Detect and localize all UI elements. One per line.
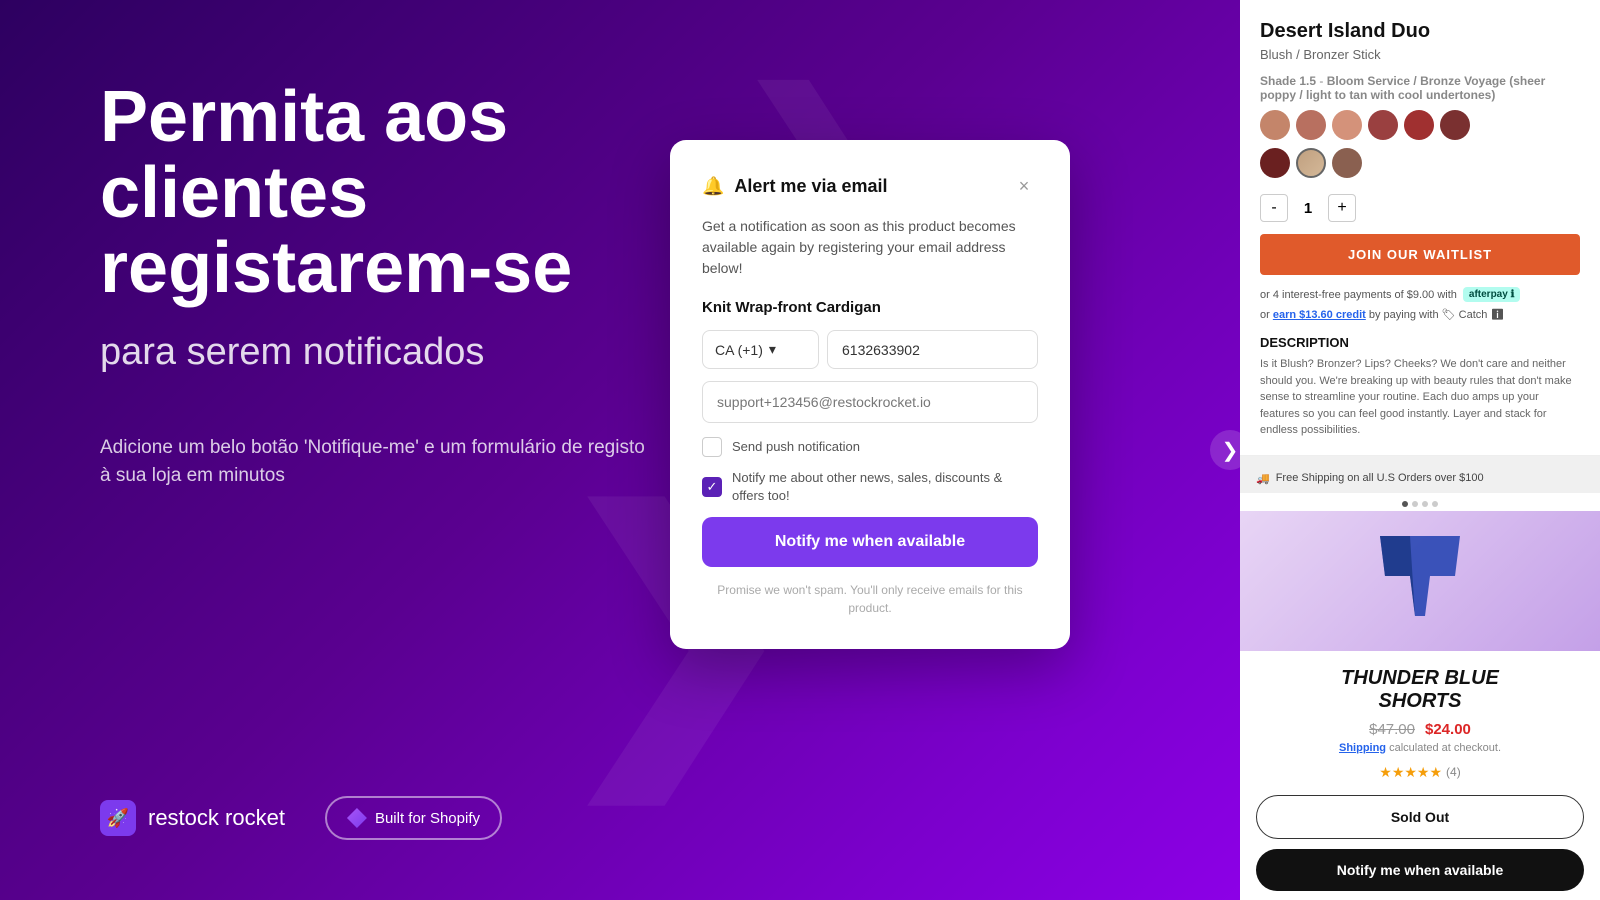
swatch-5[interactable] [1404,110,1434,140]
newsletter-label: Notify me about other news, sales, disco… [732,469,1038,505]
alert-modal: 🔔 Alert me via email × Get a notificatio… [670,140,1070,649]
catch-row: or earn $13.60 credit by paying with 🏷 C… [1260,308,1580,321]
dot-1[interactable] [1402,501,1408,507]
email-input[interactable] [702,381,1038,423]
catch-prefix: or [1260,309,1273,321]
dot-3[interactable] [1422,501,1428,507]
shopify-badge[interactable]: Built for Shopify [325,796,502,840]
main-headline: Permita aos clientes registarem-se [100,80,660,307]
card-divider [1240,456,1600,464]
qty-value: 1 [1298,200,1318,217]
logo: 🚀 restock rocket [100,800,285,836]
sub-headline: para serem notificados [100,331,660,374]
catch-info: ℹ [1490,309,1504,321]
dot-4[interactable] [1432,501,1438,507]
shopify-diamond-icon [347,808,367,828]
new-price: $24.00 [1425,721,1471,738]
right-panels: Desert Island Duo Blush / Bronzer Stick … [1240,0,1600,900]
stars: ★★★★★ [1379,764,1442,781]
modal-product-name: Knit Wrap-front Cardigan [702,299,1038,316]
shipping-note-text: calculated at checkout. [1389,742,1501,754]
shopify-badge-label: Built for Shopify [375,810,480,827]
top-product-title: Desert Island Duo [1260,20,1580,43]
catch-credit-link[interactable]: earn $13.60 credit [1273,309,1366,321]
swatch-8-selected[interactable] [1296,148,1326,178]
modal-header: 🔔 Alert me via email × [702,172,1038,200]
swatch-2[interactable] [1296,110,1326,140]
product-card-top: Desert Island Duo Blush / Bronzer Stick … [1240,0,1600,456]
color-swatches-row2 [1260,148,1580,178]
swatch-6[interactable] [1440,110,1470,140]
notify-bottom-button[interactable]: Notify me when available [1256,849,1584,891]
product-card-bottom: 🚚 Free Shipping on all U.S Orders over $… [1240,464,1600,900]
modal-title-row: 🔔 Alert me via email [702,176,888,197]
modal-description: Get a notification as soon as this produ… [702,216,1038,279]
afterpay-badge: afterpay ℹ [1463,287,1520,302]
qty-decrease-button[interactable]: - [1260,194,1288,222]
phone-row: CA (+1) ▾ [702,330,1038,369]
newsletter-row[interactable]: ✓ Notify me about other news, sales, dis… [702,469,1038,505]
qty-increase-button[interactable]: + [1328,194,1356,222]
shipping-text: Free Shipping on all U.S Orders over $10… [1276,472,1484,484]
free-shipping-bar: 🚚 Free Shipping on all U.S Orders over $… [1240,464,1600,493]
swatch-9[interactable] [1332,148,1362,178]
shipping-note: Shipping calculated at checkout. [1256,742,1584,754]
quantity-row: - 1 + [1260,194,1580,222]
shade-label: Shade 1.5 - Bloom Service / Bronze Voyag… [1260,74,1580,102]
modal-close-button[interactable]: × [1010,172,1038,200]
logo-text: restock rocket [148,805,285,831]
image-dots [1240,493,1600,511]
left-description: Adicione um belo botão 'Notifique-me' e … [100,434,660,491]
old-price: $47.00 [1369,721,1415,738]
phone-country-value: CA (+1) [715,342,763,358]
shade-label-text: Shade [1260,74,1299,88]
shorts-graphic [1370,526,1470,636]
price-row: $47.00 $24.00 [1256,721,1584,738]
color-swatches-row1 [1260,110,1580,140]
swatch-4[interactable] [1368,110,1398,140]
phone-country-selector[interactable]: CA (+1) ▾ [702,330,819,369]
sold-out-button[interactable]: Sold Out [1256,795,1584,839]
afterpay-text: or 4 interest-free payments of $9.00 wit… [1260,289,1457,301]
afterpay-row: or 4 interest-free payments of $9.00 wit… [1260,287,1580,302]
notify-button[interactable]: Notify me when available [702,517,1038,567]
top-product-desc-body: Is it Blush? Bronzer? Lips? Cheeks? We d… [1260,356,1580,439]
dot-2[interactable] [1412,501,1418,507]
product-info-area: THUNDER BLUE SHORTS $47.00 $24.00 Shippi… [1240,651,1600,900]
swatch-1[interactable] [1260,110,1290,140]
newsletter-checkbox[interactable]: ✓ [702,477,722,497]
phone-country-chevron: ▾ [769,341,776,358]
push-notification-label: Send push notification [732,438,860,456]
branding-area: 🚀 restock rocket Built for Shopify [100,796,502,840]
swatch-3[interactable] [1332,110,1362,140]
product-image-area [1240,511,1600,651]
modal-title: Alert me via email [734,176,887,197]
join-waitlist-button[interactable]: JOIN OUR WAITLIST [1260,234,1580,275]
bell-icon: 🔔 [702,176,724,197]
thunder-title: THUNDER BLUE SHORTS [1256,667,1584,713]
truck-icon: 🚚 [1256,472,1270,485]
review-count: (4) [1446,765,1461,779]
spam-notice: Promise we won't spam. You'll only recei… [702,581,1038,617]
shipping-link[interactable]: Shipping [1339,742,1386,754]
swatch-7[interactable] [1260,148,1290,178]
shade-value: 1.5 [1299,74,1316,88]
logo-icon: 🚀 [100,800,136,836]
push-notification-checkbox[interactable] [702,437,722,457]
modal-container: 🔔 Alert me via email × Get a notificatio… [670,140,1070,649]
top-product-subtitle: Blush / Bronzer Stick [1260,47,1580,62]
left-section: Permita aos clientes registarem-se para … [100,80,660,541]
stars-row: ★★★★★ (4) [1256,764,1584,781]
push-notification-row[interactable]: Send push notification [702,437,1038,457]
phone-number-input[interactable] [827,330,1038,369]
top-product-desc-heading: DESCRIPTION [1260,335,1580,350]
